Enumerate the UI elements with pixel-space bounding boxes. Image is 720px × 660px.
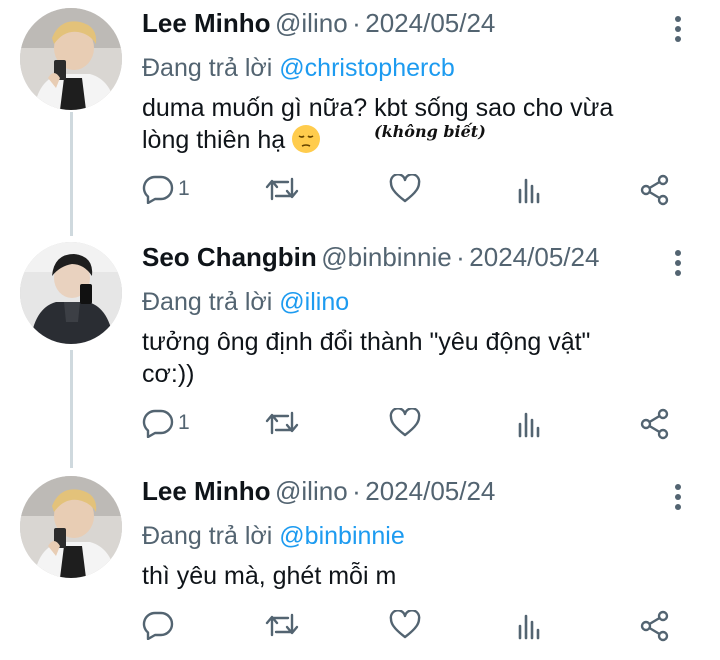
share-icon xyxy=(640,408,669,440)
retweet-button[interactable] xyxy=(264,408,300,438)
more-icon[interactable] xyxy=(668,14,688,44)
action-bar xyxy=(0,610,720,650)
display-name[interactable]: Lee Minho xyxy=(142,476,271,506)
display-name[interactable]: Lee Minho xyxy=(142,8,271,38)
views-icon xyxy=(518,412,540,438)
replying-to-label: Đang trả lời xyxy=(142,522,273,550)
reply-button[interactable]: 1 xyxy=(142,408,190,438)
share-button[interactable] xyxy=(639,610,671,642)
more-icon[interactable] xyxy=(668,248,688,278)
mention-link[interactable]: @ilino xyxy=(279,288,349,316)
share-icon xyxy=(640,174,669,206)
share-button[interactable] xyxy=(639,408,671,440)
like-icon xyxy=(389,610,421,639)
like-icon xyxy=(389,408,421,437)
reply-count: 1 xyxy=(178,411,190,434)
tweet[interactable]: Lee Minho @ilino · 2024/05/24 Đang trả l… xyxy=(0,476,720,656)
action-bar: 1 xyxy=(0,408,720,448)
reply-icon xyxy=(142,409,174,438)
separator: · xyxy=(352,8,361,38)
avatar[interactable] xyxy=(20,476,122,578)
replying-to: Đang trả lời @binbinnie xyxy=(142,522,405,551)
display-name[interactable]: Seo Changbin xyxy=(142,242,317,272)
tweet[interactable]: Lee Minho @ilino · 2024/05/24 Đang trả l… xyxy=(0,8,720,223)
like-icon xyxy=(389,174,421,203)
tweet[interactable]: Seo Changbin @binbinnie · 2024/05/24 Đan… xyxy=(0,242,720,457)
tweet-text: tưởng ông định đổi thành "yêu động vật" … xyxy=(142,326,682,390)
mention-link[interactable]: @binbinnie xyxy=(279,522,404,550)
views-button[interactable] xyxy=(516,174,544,204)
retweet-icon xyxy=(265,411,299,435)
tweet-text-line: thì yêu mà, ghét mỗi m xyxy=(142,562,397,590)
tweet-text-line: tưởng ông định đổi thành "yêu động vật" xyxy=(142,328,591,356)
tweet-text-line: lòng thiên hạ xyxy=(142,126,286,154)
like-button[interactable] xyxy=(389,610,421,640)
user-handle[interactable]: @ilino xyxy=(275,8,348,38)
share-button[interactable] xyxy=(639,174,671,206)
user-handle[interactable]: @binbinnie xyxy=(321,242,451,272)
handwritten-annotation: (không biết) xyxy=(374,122,486,141)
tweet-date[interactable]: 2024/05/24 xyxy=(469,242,599,272)
tweet-date[interactable]: 2024/05/24 xyxy=(365,8,495,38)
separator: · xyxy=(456,242,465,272)
avatar[interactable] xyxy=(20,242,122,344)
views-icon xyxy=(518,614,540,640)
views-button[interactable] xyxy=(516,408,544,438)
retweet-icon xyxy=(265,177,299,201)
like-button[interactable] xyxy=(389,408,421,438)
tweet-date[interactable]: 2024/05/24 xyxy=(365,476,495,506)
tweet-text: thì yêu mà, ghét mỗi m xyxy=(142,560,682,592)
tweet-header: Seo Changbin @binbinnie · 2024/05/24 xyxy=(142,242,599,282)
retweet-button[interactable] xyxy=(264,610,300,640)
replying-to-label: Đang trả lời xyxy=(142,54,273,82)
reply-icon xyxy=(142,611,174,640)
share-icon xyxy=(640,610,669,642)
mention-link[interactable]: @christophercb xyxy=(279,54,454,82)
reply-button[interactable] xyxy=(142,610,178,640)
replying-to-label: Đang trả lời xyxy=(142,288,273,316)
reply-count: 1 xyxy=(178,177,190,200)
more-icon[interactable] xyxy=(668,482,688,512)
retweet-button[interactable] xyxy=(264,174,300,204)
tweet-header: Lee Minho @ilino · 2024/05/24 xyxy=(142,8,495,48)
user-handle[interactable]: @ilino xyxy=(275,476,348,506)
tweet-text-line: cơ:)) xyxy=(142,360,195,388)
action-bar: 1 xyxy=(0,174,720,214)
retweet-icon xyxy=(265,613,299,637)
views-button[interactable] xyxy=(516,610,544,640)
like-button[interactable] xyxy=(389,174,421,204)
tweet-header: Lee Minho @ilino · 2024/05/24 xyxy=(142,476,495,516)
views-icon xyxy=(518,178,540,204)
replying-to: Đang trả lời @ilino xyxy=(142,288,349,317)
reply-icon xyxy=(142,175,174,204)
tweet-text-line: duma muốn gì nữa? kbt sống sao cho vừa xyxy=(142,94,614,122)
separator: · xyxy=(352,476,361,506)
pensive-face-icon xyxy=(292,125,321,153)
avatar[interactable] xyxy=(20,8,122,110)
reply-button[interactable]: 1 xyxy=(142,174,190,204)
replying-to: Đang trả lời @christophercb xyxy=(142,54,455,83)
